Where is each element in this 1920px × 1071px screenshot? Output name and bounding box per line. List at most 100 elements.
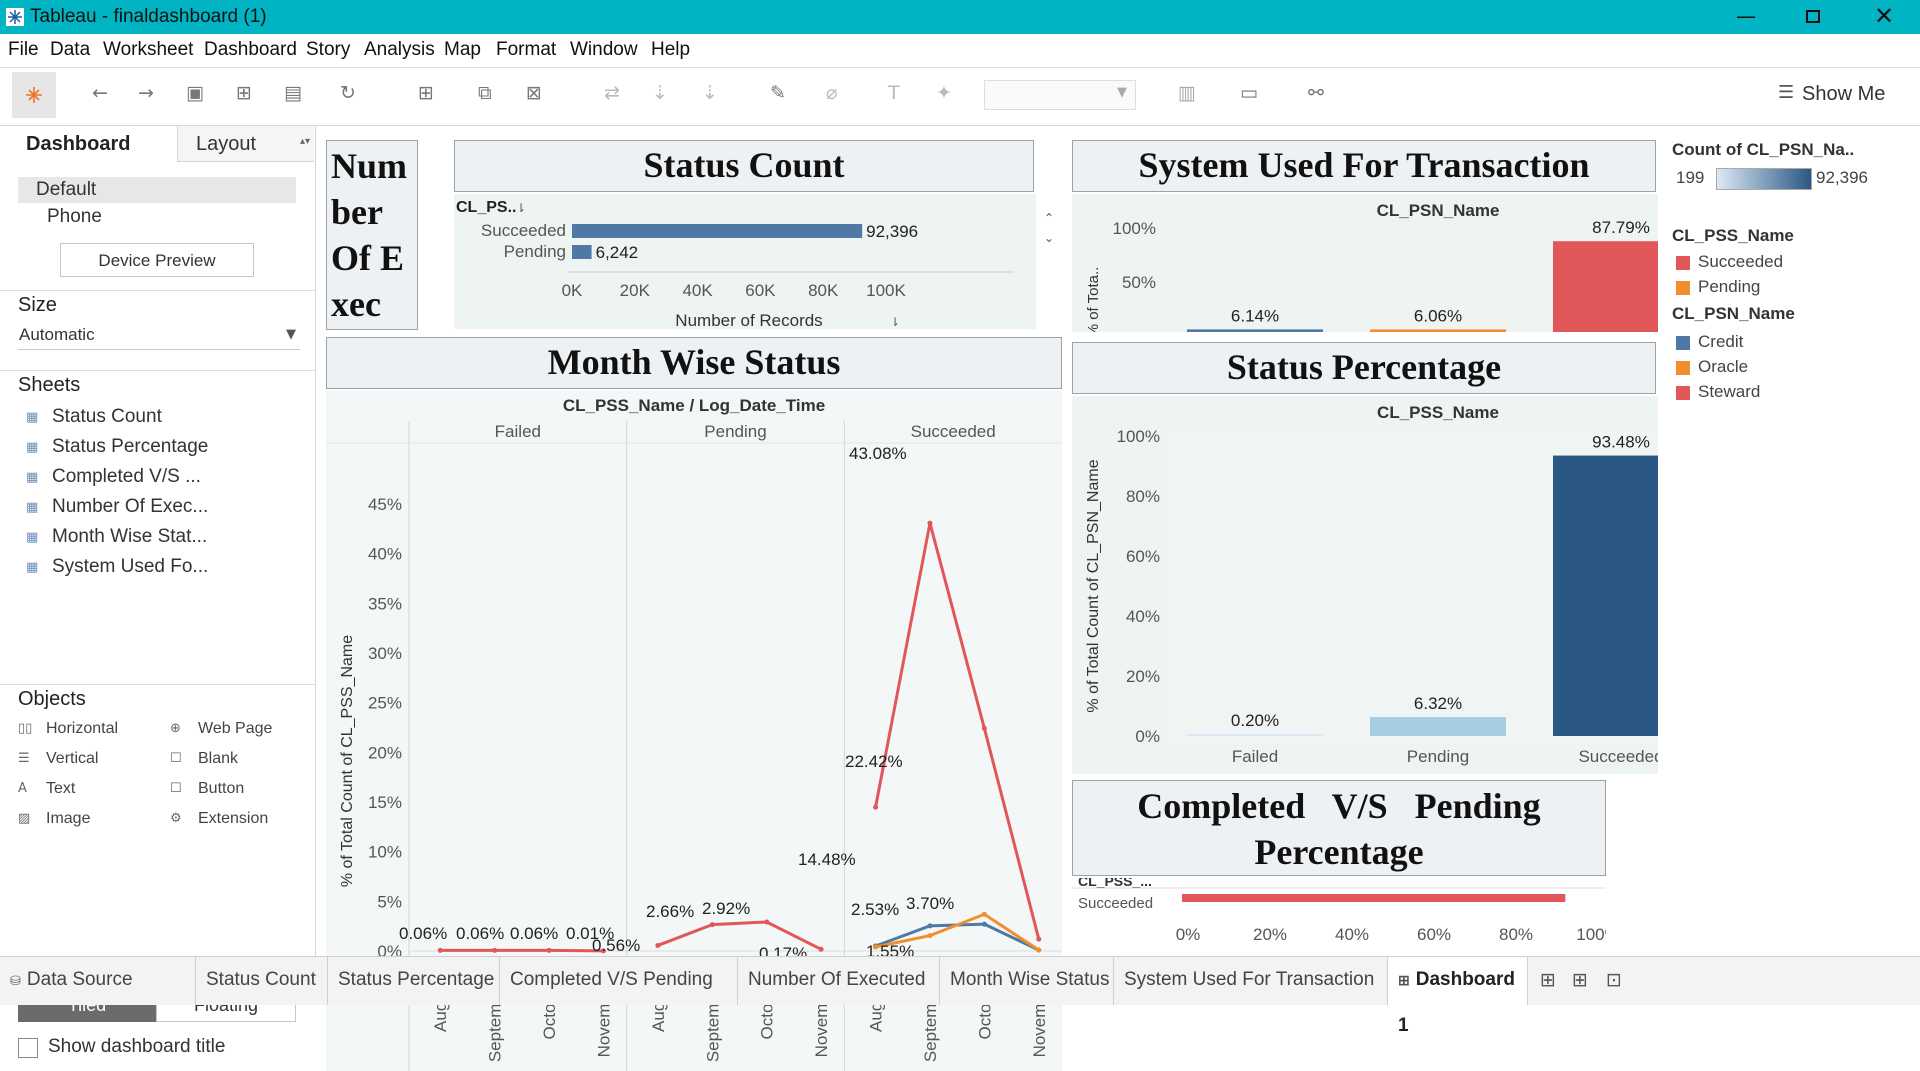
new-story-icon[interactable]: ⊡ (1606, 969, 1622, 991)
sheet-tab[interactable]: Status Count (196, 957, 328, 1005)
object-web-page[interactable]: ⊕Web Page (170, 718, 310, 744)
object-extension[interactable]: ⚙Extension (170, 808, 310, 834)
pin-icon[interactable]: ✦ (936, 82, 952, 104)
sheet-tab[interactable]: ⛁Data Source (0, 957, 196, 1005)
status-count-chart[interactable]: CL_PS..⇂Succeeded92,396Pending6,2420K20K… (454, 194, 1036, 329)
pause-updates-icon[interactable]: ▤ (284, 82, 302, 104)
size-dropdown[interactable]: Automatic ▼ (18, 322, 300, 350)
bar[interactable] (1187, 329, 1323, 332)
data-point[interactable] (982, 912, 987, 917)
bar[interactable] (1553, 241, 1658, 332)
sheet-item[interactable]: ▦Completed V/S ... (22, 464, 302, 492)
menu-story[interactable]: Story (306, 39, 350, 61)
fit-dropdown[interactable]: ▼ (984, 80, 1136, 110)
scroll-up-icon[interactable]: ⌃ (1044, 211, 1054, 225)
data-point[interactable] (710, 922, 715, 927)
scroll-down-icon[interactable]: ⌄ (1044, 231, 1054, 245)
sheet-tab[interactable]: Number Of Executed (738, 957, 940, 1005)
sheet-tab[interactable]: System Used For Transaction (1114, 957, 1388, 1005)
legend-label[interactable]: Pending (1698, 277, 1760, 297)
data-point[interactable] (764, 919, 769, 924)
sheet-item[interactable]: ▦Number Of Exec... (22, 494, 302, 522)
undo-icon[interactable]: ← (92, 82, 108, 104)
system-used-chart[interactable]: CL_PSN_Name% of Tota..100%50%6.14%Credit… (1072, 194, 1658, 332)
refresh-icon[interactable]: ↻ (340, 82, 356, 104)
legend-label[interactable]: Steward (1698, 382, 1760, 402)
data-point[interactable] (1036, 937, 1041, 942)
sheet-item[interactable]: ▦Status Percentage (22, 434, 302, 462)
tableau-home-button[interactable] (12, 72, 56, 118)
sheet-tab[interactable]: Status Percentage (328, 957, 500, 1005)
clear-sheet-icon[interactable]: ⊠ (526, 82, 542, 104)
close-icon[interactable]: ✕ (1874, 2, 1894, 30)
bar[interactable] (1187, 734, 1323, 736)
sheet-item[interactable]: ▦Month Wise Stat... (22, 524, 302, 552)
share-icon[interactable]: ⚯ (1308, 82, 1324, 104)
legend-label[interactable]: Oracle (1698, 357, 1748, 377)
sheet-tab[interactable]: Completed V/S Pending (500, 957, 738, 1005)
legend-label[interactable]: Succeeded (1698, 252, 1783, 272)
sheet-item[interactable]: ▦Status Count (22, 404, 302, 432)
new-worksheet-icon[interactable]: ⊞ (1540, 969, 1556, 991)
new-sheet-icon[interactable]: ⊞ (418, 82, 434, 104)
data-point[interactable] (982, 726, 987, 731)
data-point[interactable] (927, 923, 932, 928)
group-icon[interactable]: ⌀ (826, 82, 837, 104)
bar[interactable] (1553, 456, 1658, 736)
data-point[interactable] (927, 933, 932, 938)
menu-help[interactable]: Help (651, 39, 690, 61)
sort-desc-icon[interactable]: ⇣ (702, 82, 718, 104)
device-preview-button[interactable]: Device Preview (60, 243, 254, 277)
data-point[interactable] (655, 943, 660, 948)
tab-dashboard[interactable]: Dashboard (0, 126, 176, 162)
menu-map[interactable]: Map (444, 39, 481, 61)
data-point[interactable] (927, 521, 932, 526)
bar[interactable] (572, 224, 862, 238)
presentation-icon[interactable]: ▭ (1240, 82, 1258, 104)
minimize-icon[interactable]: — (1736, 4, 1756, 28)
object-text[interactable]: AText (18, 778, 158, 804)
data-point[interactable] (492, 948, 497, 953)
menu-worksheet[interactable]: Worksheet (103, 39, 193, 61)
bar[interactable] (572, 245, 592, 259)
menu-dashboard[interactable]: Dashboard (204, 39, 297, 61)
sheet-tab[interactable]: ⊞Dashboard 1 (1388, 957, 1528, 1005)
save-icon[interactable]: ▣ (186, 82, 204, 104)
object-image[interactable]: ▨Image (18, 808, 158, 834)
object-vertical[interactable]: ☰Vertical (18, 748, 158, 774)
swap-icon[interactable]: ⇄ (604, 82, 620, 104)
bar[interactable] (1370, 329, 1506, 332)
data-point[interactable] (982, 922, 987, 927)
object-horizontal[interactable]: ▯▯Horizontal (18, 718, 158, 744)
data-point[interactable] (547, 948, 552, 953)
labels-icon[interactable]: T (888, 82, 900, 104)
bar[interactable] (1370, 717, 1506, 736)
show-cards-icon[interactable]: ▥ (1178, 82, 1196, 104)
sheet-tab[interactable]: Month Wise Status (940, 957, 1114, 1005)
scrollbar[interactable]: ⌃ ⌄ (1044, 211, 1060, 251)
status-percentage-chart[interactable]: CL_PSS_Name% of Total Count of CL_PSN_Na… (1072, 396, 1658, 774)
completed-chart[interactable]: CL_PSS_...Succeeded0%20%40%60%80%100% (1072, 878, 1606, 950)
number-of-exec-title[interactable]: Number Of Exec (326, 140, 418, 330)
highlight-icon[interactable]: ✎ (770, 82, 786, 104)
menu-data[interactable]: Data (50, 39, 90, 61)
data-point[interactable] (819, 947, 824, 952)
data-point[interactable] (1036, 948, 1041, 953)
sort-asc-icon[interactable]: ⇣ (652, 82, 668, 104)
device-phone[interactable]: Phone (47, 206, 102, 228)
bar[interactable] (1182, 894, 1565, 902)
menu-analysis[interactable]: Analysis (364, 39, 435, 61)
tab-layout[interactable]: Layout ▴▾ (177, 126, 314, 162)
show-me-button[interactable]: ☰ Show Me (1770, 80, 1910, 110)
redo-icon[interactable]: → (138, 82, 154, 104)
device-default[interactable]: Default (18, 177, 296, 203)
sheet-item[interactable]: ▦System Used Fo... (22, 554, 302, 582)
new-dashboard-icon[interactable]: ⊞ (1572, 969, 1588, 991)
menu-format[interactable]: Format (496, 39, 556, 61)
menu-window[interactable]: Window (570, 39, 638, 61)
menu-file[interactable]: File (8, 39, 39, 61)
duplicate-icon[interactable]: ⧉ (478, 82, 492, 104)
new-datasource-icon[interactable]: ⊞ (236, 82, 252, 104)
restore-icon[interactable] (1806, 10, 1820, 23)
tab-menu-icon[interactable]: ▴▾ (300, 136, 310, 147)
